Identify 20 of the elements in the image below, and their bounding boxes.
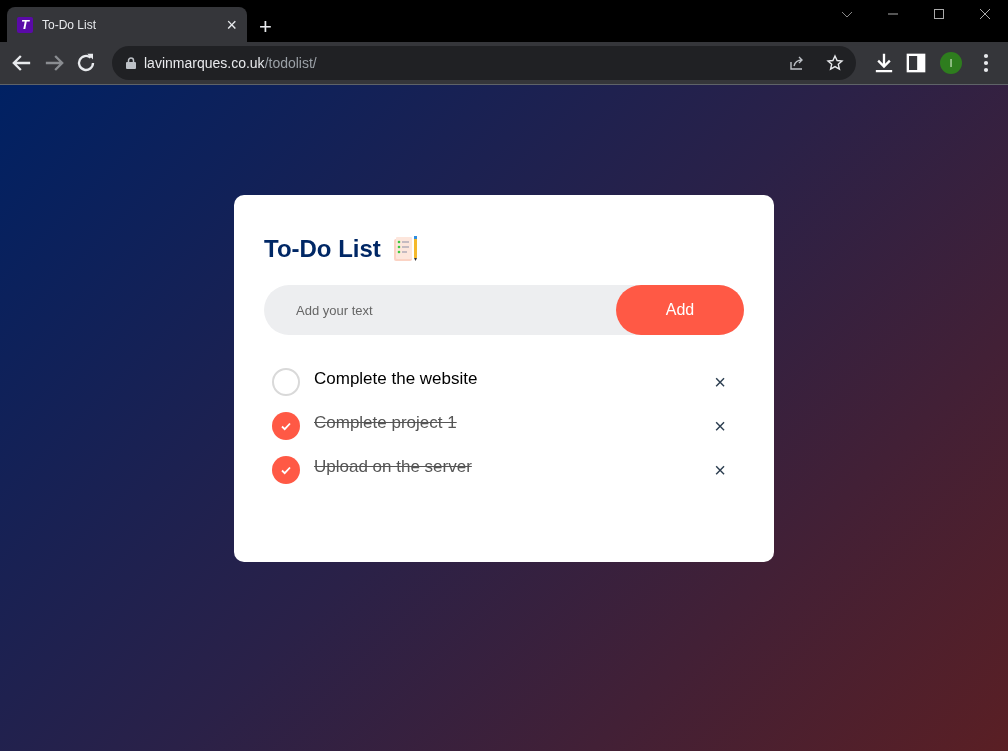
task-text: Complete the website: [314, 369, 479, 389]
favicon: T: [17, 16, 33, 33]
url-text: lavinmarques.co.uk/todolist/: [144, 55, 318, 71]
tab-close-button[interactable]: ×: [226, 15, 237, 34]
task-text: Upload on the server: [314, 457, 473, 477]
delete-button[interactable]: ×: [710, 416, 730, 436]
profile-avatar[interactable]: I: [940, 52, 962, 74]
task-checkbox[interactable]: [272, 368, 300, 396]
browser-tab[interactable]: T To-Do List ×: [7, 7, 247, 42]
tab-title: To-Do List: [42, 17, 98, 32]
delete-button[interactable]: ×: [710, 372, 730, 392]
new-tab-button[interactable]: +: [255, 16, 276, 38]
task-checkbox[interactable]: [272, 456, 300, 484]
app-title: To-Do List: [264, 235, 381, 263]
address-bar[interactable]: lavinmarques.co.uk/todolist/: [112, 46, 856, 80]
star-icon[interactable]: [826, 54, 844, 72]
lock-icon: [126, 57, 136, 69]
task-text: Complete project 1: [314, 413, 458, 433]
task-checkbox[interactable]: [272, 412, 300, 440]
delete-button[interactable]: ×: [710, 460, 730, 480]
